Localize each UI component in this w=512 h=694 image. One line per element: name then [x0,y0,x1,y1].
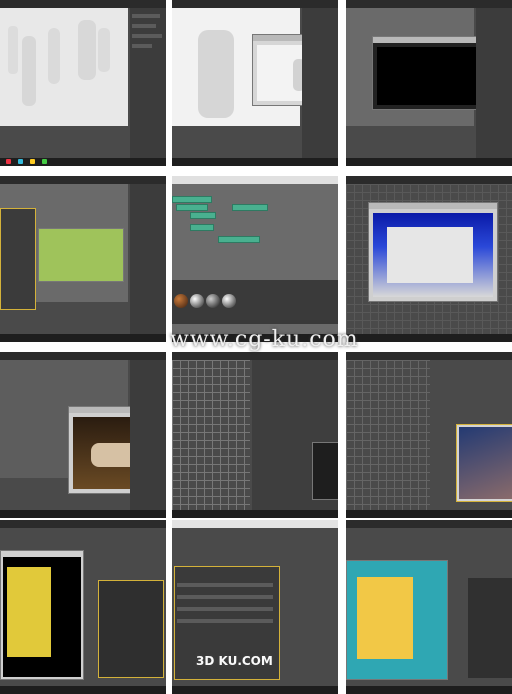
render-window-titlebar[interactable] [373,37,483,43]
tile-building-render [346,176,512,342]
attributes-panel[interactable] [302,8,338,158]
node[interactable] [218,236,260,243]
taskbar[interactable] [0,334,166,342]
taskbar[interactable] [172,686,338,694]
screenshot-collage: www.cg-ku.com 3D KU.COM [0,0,512,694]
node[interactable] [190,224,214,231]
taskbar[interactable] [0,510,166,518]
menu-bar[interactable] [0,0,166,8]
tile-wireframe-viewport [172,352,338,518]
menu-bar[interactable] [172,352,338,360]
tile-teal-render [346,520,512,694]
menu-bar[interactable] [346,520,512,528]
attributes-panel[interactable] [130,184,166,334]
render-window[interactable] [346,560,448,680]
node[interactable] [176,204,208,211]
render-window[interactable] [0,550,84,680]
material-preview [38,228,124,282]
tile-node-editor [172,176,338,342]
tile-car-render [0,352,166,518]
settings-window[interactable] [98,580,164,678]
node[interactable] [172,196,212,203]
taskbar[interactable] [172,510,338,518]
wireframe-viewport[interactable] [346,360,430,510]
watermark-text: www.cg-ku.com [170,327,359,352]
menu-bar[interactable] [0,176,166,184]
render-window[interactable] [372,36,484,110]
material-editor[interactable] [0,208,36,310]
window-titlebar[interactable] [172,520,338,528]
tile-material-preview [0,176,166,342]
tile-chess-viewport [0,0,166,166]
taskbar[interactable] [0,686,166,694]
menu-bar[interactable] [172,0,338,8]
render-window[interactable] [312,442,338,500]
menu-bar[interactable] [346,0,512,8]
menu-bar[interactable] [346,176,512,184]
taskbar[interactable] [346,334,512,342]
wireframe-viewport[interactable] [172,360,250,510]
material-bar [172,280,338,324]
menu-bar[interactable] [0,352,166,360]
tile-rook-render [172,0,338,166]
window-titlebar[interactable] [172,176,338,184]
node[interactable] [190,212,216,219]
viewport[interactable] [0,8,128,126]
tile-portrait-render [346,352,512,518]
brand-logo-text: 3D KU.COM [196,654,273,668]
render-canvas [459,427,512,499]
menu-bar[interactable] [346,352,512,360]
attributes-panel[interactable] [130,8,166,158]
render-window[interactable] [368,202,498,302]
taskbar[interactable] [0,158,166,166]
taskbar[interactable] [346,158,512,166]
node[interactable] [232,204,268,211]
render-canvas [373,213,493,297]
taskbar[interactable] [346,510,512,518]
attributes-panel[interactable] [476,8,512,158]
tile-black-render [346,0,512,166]
attributes-panel[interactable] [130,360,166,510]
taskbar[interactable] [346,686,512,694]
render-window[interactable] [456,424,512,502]
taskbar[interactable] [172,158,338,166]
settings-window[interactable] [468,578,512,678]
render-window-titlebar[interactable] [369,203,497,209]
menu-bar[interactable] [0,520,166,528]
render-canvas [377,47,479,105]
render-canvas [3,557,81,677]
tile-cabinet-render [0,520,166,694]
